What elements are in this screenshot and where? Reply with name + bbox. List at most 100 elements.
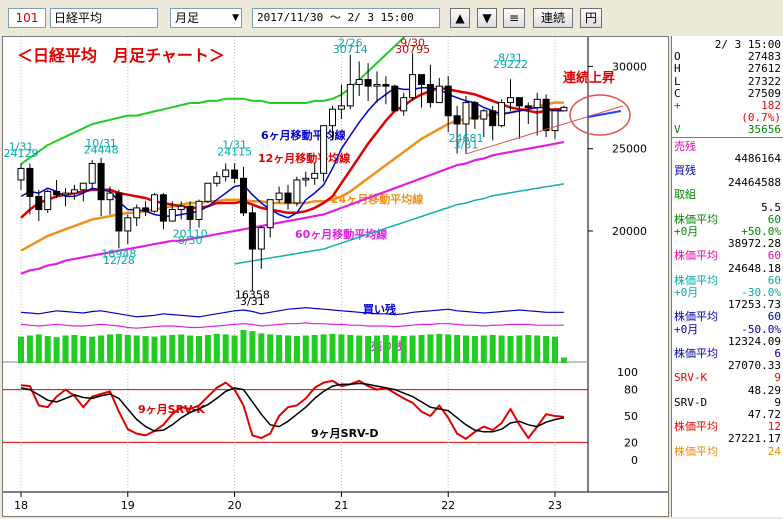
ohlc-row: H 27612 (674, 62, 781, 75)
continuous-button[interactable]: 連続 (533, 8, 573, 28)
candle-up (480, 110, 488, 120)
price-tick-label: 30000 (612, 60, 647, 73)
panel-value: 60 (767, 273, 781, 287)
panel-value: +50.0% (741, 225, 781, 238)
panel-label: +0月 (674, 322, 699, 336)
candle-down (489, 110, 497, 127)
price-tick-label: 25000 (612, 143, 647, 156)
price-annotation: 12/28 (103, 254, 135, 267)
indicator-row: 取組 (674, 188, 781, 201)
candle-up (151, 194, 158, 212)
date-range[interactable]: 2017/11/30 ～ 2/ 3 15:00 (252, 8, 440, 28)
candle-up (560, 106, 568, 112)
panel-value: 47.72 (747, 408, 781, 421)
candle-down (382, 83, 390, 87)
panel-value: -30.0% (741, 286, 781, 299)
volume-bar (445, 334, 452, 363)
panel-value: 24648.18 (728, 261, 781, 275)
candle-down (524, 105, 532, 109)
candle-up (106, 192, 114, 201)
menu-button[interactable]: ≡ (503, 8, 525, 28)
x-tick-label: 18 (14, 499, 28, 512)
indicator-row: 24464588 (674, 176, 781, 189)
volume-bar (71, 334, 78, 363)
panel-value: 27322 (747, 74, 781, 88)
volume-bar (391, 335, 398, 363)
candle-down (418, 74, 425, 85)
indicator-row: 12324.09 (674, 335, 781, 348)
period-value: 月足 (175, 11, 200, 25)
panel-label: C (674, 86, 681, 100)
panel-value: 24464588 (728, 176, 781, 190)
candle-down (284, 192, 292, 204)
volume-bar (98, 335, 105, 363)
srv-tick-label: 20 (624, 436, 638, 449)
volume-bar (80, 336, 87, 363)
srv-tick-label: 0 (631, 454, 638, 467)
volume-bar (489, 334, 496, 363)
ohlc-row: O 27483 (674, 50, 781, 63)
panel-value: 27509 (747, 86, 781, 100)
chart-window[interactable]: ＜日経平均 月足チャート＞ 連続上昇 6ヶ月移動平均線 12ヶ月移動平均線 24… (2, 36, 669, 517)
srv-d-line (20, 382, 565, 433)
panel-value: 182 (761, 99, 781, 112)
candle-up (507, 97, 514, 104)
volume-bar (302, 335, 309, 363)
indicator-row: 27221.17 (674, 432, 781, 445)
code-field[interactable]: 101 (8, 8, 46, 28)
panel-label: O (674, 50, 681, 64)
panel-label: 株価平均 (674, 249, 718, 263)
panel-value: (0.7%) (741, 111, 781, 125)
panel-label: +0月 (674, 225, 699, 238)
panel-value: 27221.17 (728, 432, 781, 446)
price-tick-label: 20000 (612, 225, 647, 238)
period-select[interactable]: 月足 ▼ (170, 8, 242, 28)
scroll-down-button[interactable]: ▼ (477, 8, 497, 28)
indicator-row: +0月 -50.0% (674, 323, 781, 336)
candle-up (346, 83, 354, 107)
toolbar: 101 日経平均 月足 ▼ 2017/11/30 ～ 2/ 3 15:00 ▲ … (0, 0, 783, 36)
volume-bar (18, 336, 24, 363)
srv-tick-label: 50 (624, 410, 638, 423)
price-annotation: 24129 (4, 147, 39, 160)
volume-bar (285, 335, 291, 363)
volume-bar (374, 335, 380, 363)
volume-bar (267, 334, 274, 363)
volume-bar (107, 334, 113, 363)
panel-value: 17253.73 (728, 298, 781, 312)
ohlc-row: L 27322 (674, 75, 781, 88)
panel-value: 9 (774, 371, 781, 385)
panel-label: 取組 (674, 188, 696, 202)
panel-label: +0月 (674, 286, 699, 299)
yen-button[interactable]: 円 (580, 8, 602, 28)
volume-bar (231, 335, 238, 363)
candle-down (542, 98, 550, 132)
scroll-up-button[interactable]: ▲ (450, 8, 470, 28)
panel-value: 4486164 (734, 151, 781, 165)
candle-down (515, 97, 523, 107)
candle-up (275, 192, 283, 201)
volume-bar (213, 333, 220, 363)
volume-bar (498, 335, 505, 363)
indicator-row: 売残 (674, 140, 781, 153)
candle-up (498, 102, 506, 127)
price-annotation: 24115 (217, 145, 252, 158)
volume-bar (507, 336, 514, 363)
info-panel: 2/ 3 15:00 O 27483 H 27612 L 27322 C 27509 +182 (0… (671, 36, 783, 517)
panel-label: SRV-K (674, 371, 708, 385)
panel-value: 12 (767, 420, 781, 434)
chart-svg[interactable]: ＜日経平均 月足チャート＞ 連続上昇 6ヶ月移動平均線 12ヶ月移動平均線 24… (3, 37, 668, 516)
rising-label: 連続上昇 (563, 70, 615, 86)
panel-value: -50.0% (741, 322, 781, 336)
candle-down (35, 195, 43, 211)
price-annotation: 30714 (333, 43, 368, 56)
volume-bar (382, 334, 389, 363)
indicator-row: 株価平均 60 (674, 213, 781, 226)
panel-label: 買残 (674, 164, 696, 177)
name-field[interactable]: 日経平均 (50, 8, 158, 28)
indicator-row: SRV-K 9 (674, 371, 781, 384)
candle-up (213, 176, 221, 184)
indicator-row: 24648.18 (674, 262, 781, 275)
panel-label: 株価平均 (674, 420, 718, 434)
candle-down (453, 115, 461, 125)
